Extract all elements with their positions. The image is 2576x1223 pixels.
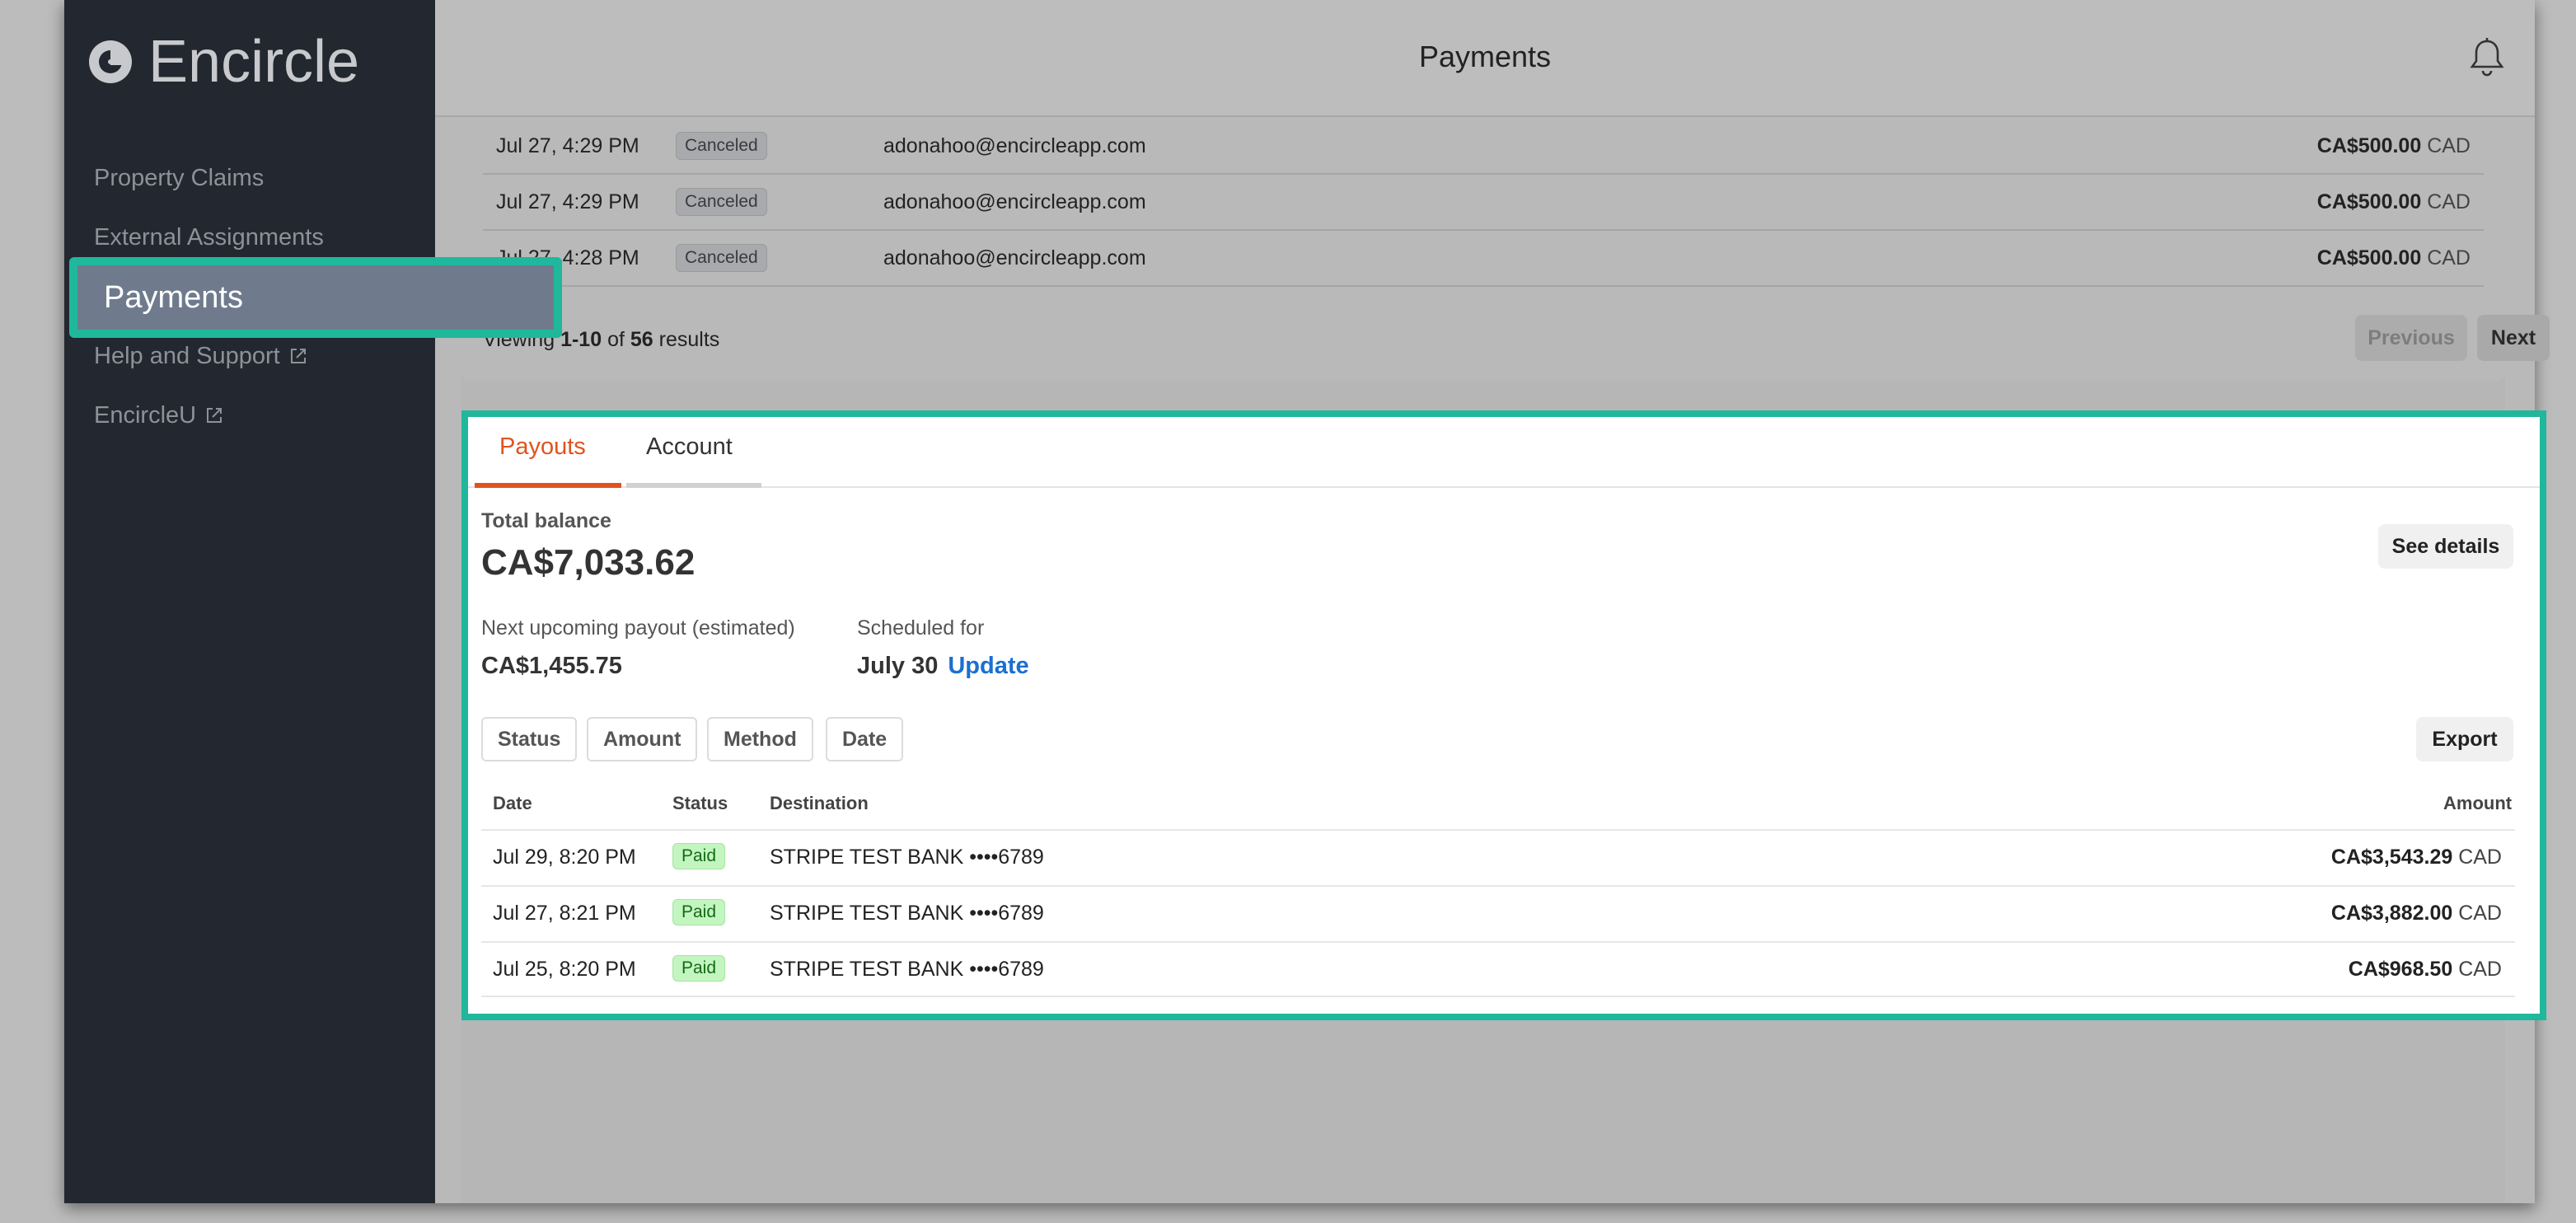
- payment-amount: CA$500.00: [2316, 190, 2422, 213]
- payout-currency: CAD: [2458, 958, 2502, 981]
- payout-currency: CAD: [2458, 902, 2502, 925]
- sidebar-item-label: EncircleU: [94, 401, 197, 429]
- pagination-range: 1-10: [560, 328, 602, 351]
- payout-amount: CA$968.50: [2348, 958, 2453, 981]
- table-row[interactable]: Jul 29, 8:20 PM Paid STRIPE TEST BANK ••…: [481, 829, 2515, 885]
- payments-table-card: Jul 27, 4:29 PM Canceled adonahoo@encirc…: [461, 119, 2550, 381]
- next-payout-value: CA$1,455.75: [481, 653, 622, 679]
- sidebar: Encircle Property Claims External Assign…: [64, 0, 435, 1203]
- payout-destination: STRIPE TEST BANK ••••6789: [770, 902, 1044, 925]
- filter-method[interactable]: Method: [707, 717, 813, 761]
- update-link[interactable]: Update: [948, 653, 1028, 679]
- status-badge: Paid: [672, 955, 726, 982]
- next-payout-label: Next upcoming payout (estimated): [481, 616, 795, 640]
- payment-date: Jul 27, 4:29 PM: [496, 134, 639, 157]
- payout-destination: STRIPE TEST BANK ••••6789: [770, 958, 1044, 981]
- status-badge: Paid: [672, 899, 726, 925]
- external-link-icon: [207, 408, 222, 423]
- sidebar-item-help-and-support[interactable]: Help and Support: [94, 340, 308, 373]
- table-row[interactable]: Jul 27, 4:29 PM Canceled adonahoo@encirc…: [483, 119, 2484, 175]
- logo[interactable]: Encircle: [87, 25, 359, 99]
- tab-indicator: [626, 483, 761, 488]
- sidebar-item-external-assignments[interactable]: External Assignments: [94, 221, 324, 254]
- sidebar-item-label: External Assignments: [94, 223, 324, 251]
- payment-date: Jul 27, 4:29 PM: [496, 190, 639, 213]
- sidebar-item-encircleu[interactable]: EncircleU: [94, 399, 224, 432]
- scheduled-date: July 30: [857, 653, 939, 679]
- payout-date: Jul 25, 8:20 PM: [493, 958, 636, 981]
- table-row[interactable]: Jul 25, 8:20 PM Paid STRIPE TEST BANK ••…: [481, 941, 2515, 997]
- column-header-status[interactable]: Status: [672, 793, 728, 814]
- scheduled-value-group: July 30 Update: [857, 653, 1029, 680]
- payment-currency: CAD: [2427, 246, 2471, 269]
- export-button[interactable]: Export: [2416, 717, 2513, 761]
- payouts-tabs: Payouts Account: [468, 417, 2540, 488]
- sidebar-item-payments[interactable]: Payments: [69, 257, 562, 338]
- external-link-icon: [290, 349, 306, 363]
- payment-currency: CAD: [2427, 190, 2471, 213]
- filter-status[interactable]: Status: [481, 717, 578, 761]
- header: Payments: [435, 0, 2535, 117]
- filter-date[interactable]: Date: [826, 717, 904, 761]
- payment-amount: CA$500.00: [2316, 246, 2422, 269]
- previous-button[interactable]: Previous: [2355, 315, 2467, 361]
- payout-date: Jul 27, 8:21 PM: [493, 902, 636, 925]
- column-header-destination[interactable]: Destination: [770, 793, 869, 814]
- sidebar-item-property-claims[interactable]: Property Claims: [94, 162, 264, 194]
- status-badge: Canceled: [676, 244, 767, 272]
- payout-amount: CA$3,882.00: [2330, 902, 2453, 925]
- table-row[interactable]: Jul 27, 4:29 PM Canceled adonahoo@encirc…: [483, 175, 2484, 231]
- payout-currency: CAD: [2458, 846, 2502, 869]
- sidebar-item-label: Property Claims: [94, 164, 265, 191]
- column-header-amount[interactable]: Amount: [2443, 793, 2512, 814]
- sidebar-item-label: Help and Support: [94, 342, 280, 369]
- page-title: Payments: [1418, 40, 1552, 73]
- next-button[interactable]: Next: [2477, 315, 2550, 361]
- column-header-date[interactable]: Date: [493, 793, 532, 814]
- payment-amount: CA$500.00: [2316, 134, 2422, 157]
- filter-amount[interactable]: Amount: [587, 717, 698, 761]
- sidebar-item-label: Payments: [104, 279, 243, 315]
- status-badge: Canceled: [676, 132, 767, 160]
- total-balance-label: Total balance: [481, 509, 611, 532]
- status-badge: Canceled: [676, 188, 767, 216]
- payment-email: adonahoo@encircleapp.com: [883, 190, 1146, 213]
- tab-active-indicator: [475, 483, 621, 488]
- payment-currency: CAD: [2427, 134, 2471, 157]
- pagination-of: of: [607, 328, 625, 351]
- payout-amount: CA$3,543.29: [2330, 846, 2453, 869]
- total-balance-value: CA$7,033.62: [481, 542, 696, 583]
- table-row[interactable]: Jul 27, 8:21 PM Paid STRIPE TEST BANK ••…: [481, 885, 2515, 941]
- payment-email: adonahoo@encircleapp.com: [883, 134, 1146, 157]
- table-row[interactable]: Jul 27, 4:28 PM Canceled adonahoo@encirc…: [483, 231, 2484, 287]
- pagination-total: 56: [630, 328, 653, 351]
- pagination-suffix: results: [658, 328, 720, 351]
- payout-destination: STRIPE TEST BANK ••••6789: [770, 846, 1044, 869]
- tab-payouts[interactable]: Payouts: [499, 433, 586, 488]
- scheduled-label: Scheduled for: [857, 616, 985, 640]
- tab-account[interactable]: Account: [646, 433, 733, 488]
- see-details-button[interactable]: See details: [2378, 524, 2513, 569]
- payout-date: Jul 29, 8:20 PM: [493, 846, 636, 869]
- status-badge: Paid: [672, 843, 726, 869]
- payment-email: adonahoo@encircleapp.com: [883, 246, 1146, 269]
- encircle-logo-icon: [89, 40, 132, 83]
- bell-icon[interactable]: [2466, 36, 2508, 79]
- logo-text: Encircle: [148, 29, 360, 95]
- payouts-card: Payouts Account Total balance CA$7,033.6…: [461, 410, 2546, 1020]
